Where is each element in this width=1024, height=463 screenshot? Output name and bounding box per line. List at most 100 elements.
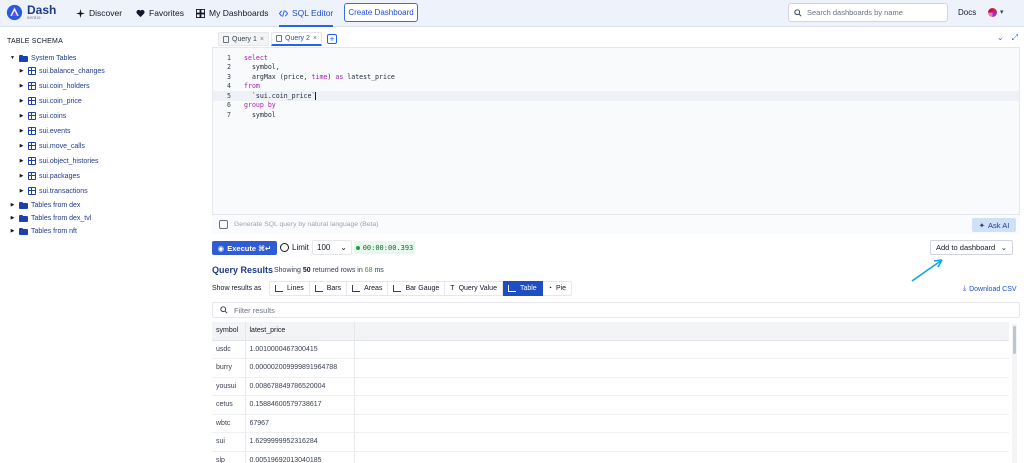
code-line-current: 5 `sui.coin_price` (213, 91, 1019, 101)
text-icon: T (450, 285, 455, 292)
table-row[interactable]: cetus 0.15884600579738617 (212, 395, 1009, 415)
nav-my-dashboards[interactable]: My Dashboards (196, 0, 269, 26)
tree-system-tables[interactable]: ▼ System Tables (9, 52, 76, 64)
caret-right-icon[interactable]: ▶ (18, 68, 25, 75)
heart-icon (136, 9, 145, 17)
add-tab-button[interactable]: + (327, 34, 337, 44)
search-icon (220, 306, 228, 314)
caret-right-icon[interactable]: ▶ (9, 215, 16, 222)
table-name: sui.packages (39, 172, 80, 180)
table-icon (28, 157, 36, 165)
ask-ai-label: Ask AI (988, 220, 1010, 230)
tree-table-item[interactable]: ▶ sui.coin_price (18, 95, 82, 107)
table-row[interactable]: wbtc 67967 (212, 414, 1009, 433)
sql-editor-main: Query 1 × Query 2 × + ⌄ ⤢ 1 select 2 symb… (210, 28, 1024, 463)
tree-table-item[interactable]: ▶ sui.move_calls (18, 140, 85, 152)
status-dot-icon (355, 245, 360, 250)
column-header-latest-price[interactable]: latest_price (245, 322, 355, 341)
limit-select[interactable]: 100 ⌄ (312, 240, 352, 255)
viz-query-value[interactable]: T Query Value (445, 281, 503, 296)
user-avatar[interactable] (988, 8, 997, 17)
caret-right-icon[interactable]: ▶ (18, 113, 25, 120)
nav-favorites[interactable]: Favorites (136, 0, 184, 26)
table-name: sui.move_calls (39, 142, 85, 150)
caret-right-icon[interactable]: ▶ (18, 188, 25, 195)
annotation-arrow-icon (911, 259, 943, 282)
viz-bars[interactable]: Bars (309, 281, 348, 296)
caret-down-icon[interactable]: ▼ (9, 55, 16, 62)
caret-right-icon[interactable]: ▶ (9, 202, 16, 209)
viz-lines[interactable]: Lines (269, 281, 310, 296)
tree-table-item[interactable]: ▶ sui.coins (18, 110, 66, 122)
nav-discover[interactable]: Discover (76, 0, 122, 26)
column-header-symbol[interactable]: symbol (212, 322, 246, 341)
tree-table-item[interactable]: ▶ sui.packages (18, 170, 80, 182)
nl-query-input[interactable]: Generate SQL query by natural language (… (234, 221, 378, 228)
filter-results-input[interactable] (234, 305, 534, 315)
tab-query-2[interactable]: Query 2 × (271, 32, 322, 46)
dashboard-search[interactable] (788, 3, 948, 22)
tree-table-item[interactable]: ▶ sui.object_histories (18, 155, 99, 167)
table-icon (28, 97, 36, 105)
tree-group-dex-tvl[interactable]: ▶ Tables from dex_tvl (9, 212, 91, 224)
table-icon (28, 142, 36, 150)
create-dashboard-button[interactable]: Create Dashboard (344, 3, 418, 22)
dashboard-search-input[interactable] (807, 8, 937, 17)
line-number: 7 (227, 110, 231, 119)
ask-ai-button[interactable]: ✦ Ask AI (972, 218, 1016, 232)
caret-right-icon[interactable]: ▶ (9, 228, 16, 235)
app-logo[interactable]: Dash sentio (6, 4, 56, 21)
caret-right-icon[interactable]: ▶ (18, 128, 25, 135)
code-line: 6 group by (213, 101, 1019, 111)
caret-right-icon[interactable]: ▶ (18, 173, 25, 180)
tab-query-1[interactable]: Query 1 × (218, 32, 269, 46)
tree-table-item[interactable]: ▶ sui.balance_changes (18, 65, 105, 77)
execute-button[interactable]: ◉ Execute ⌘↵ (212, 241, 277, 255)
close-icon[interactable]: × (260, 36, 264, 43)
download-label: Download CSV (969, 285, 1017, 293)
limit-label: Limit (292, 243, 309, 252)
results-scroll-thumb[interactable] (1013, 326, 1016, 354)
close-icon[interactable]: × (313, 35, 317, 42)
results-title: Query Results (212, 265, 274, 275)
table-row[interactable]: yousui 0.008678849786520004 (212, 377, 1009, 396)
dashboard-grid-icon (196, 8, 205, 18)
tab-label: Query 1 (232, 35, 257, 43)
tree-table-item[interactable]: ▶ sui.events (18, 125, 71, 137)
nav-sql-editor[interactable]: SQL Editor (279, 0, 334, 27)
tree-group-dex[interactable]: ▶ Tables from dex (9, 199, 80, 211)
caret-right-icon[interactable]: ▶ (18, 158, 25, 165)
natural-language-bar: Generate SQL query by natural language (… (212, 214, 1020, 234)
bar-gauge-icon (393, 285, 402, 292)
table-row[interactable]: usdc 1.0010000467300415 (212, 340, 1009, 359)
sql-code-editor[interactable]: 1 select 2 symbol, 3 argMax (price, time)… (212, 47, 1020, 233)
line-number: 6 (227, 101, 231, 110)
line-number: 3 (227, 72, 231, 81)
caret-right-icon[interactable]: ▶ (18, 143, 25, 150)
dash-logo-icon (6, 4, 23, 21)
tree-table-item[interactable]: ▶ sui.coin_holders (18, 80, 90, 92)
file-icon (276, 35, 282, 42)
exec-ms: 68 (364, 267, 373, 274)
download-csv-link[interactable]: ⤓ Download CSV (963, 285, 1017, 293)
expand-icon[interactable]: ⤢ (1012, 33, 1018, 43)
chevron-down-icon[interactable]: ▾ (1000, 8, 1004, 16)
viz-table[interactable]: Table (502, 281, 543, 296)
tree-table-item[interactable]: ▶ sui.transactions (18, 185, 88, 197)
docs-link[interactable]: Docs (958, 8, 976, 17)
chevron-down-icon[interactable]: ⌄ (997, 33, 1004, 43)
viz-pie[interactable]: ◔ Pie (542, 281, 573, 296)
tree-group-nft[interactable]: ▶ Tables from nft (9, 225, 77, 237)
viz-areas[interactable]: Areas (347, 281, 389, 296)
line-chart-icon (275, 285, 283, 292)
folder-icon (19, 54, 28, 62)
table-row[interactable]: sui 1.6299999952316284 (212, 432, 1009, 452)
line-number: 4 (227, 82, 231, 91)
caret-right-icon[interactable]: ▶ (18, 98, 25, 105)
table-row[interactable]: burry 0.000002009999891964788 (212, 358, 1009, 378)
table-icon (28, 127, 36, 135)
filter-results[interactable] (212, 302, 1020, 318)
caret-right-icon[interactable]: ▶ (18, 83, 25, 90)
viz-bar-gauge[interactable]: Bar Gauge (388, 281, 446, 296)
table-row[interactable]: slp 0.00519692013040185 (212, 451, 1009, 463)
